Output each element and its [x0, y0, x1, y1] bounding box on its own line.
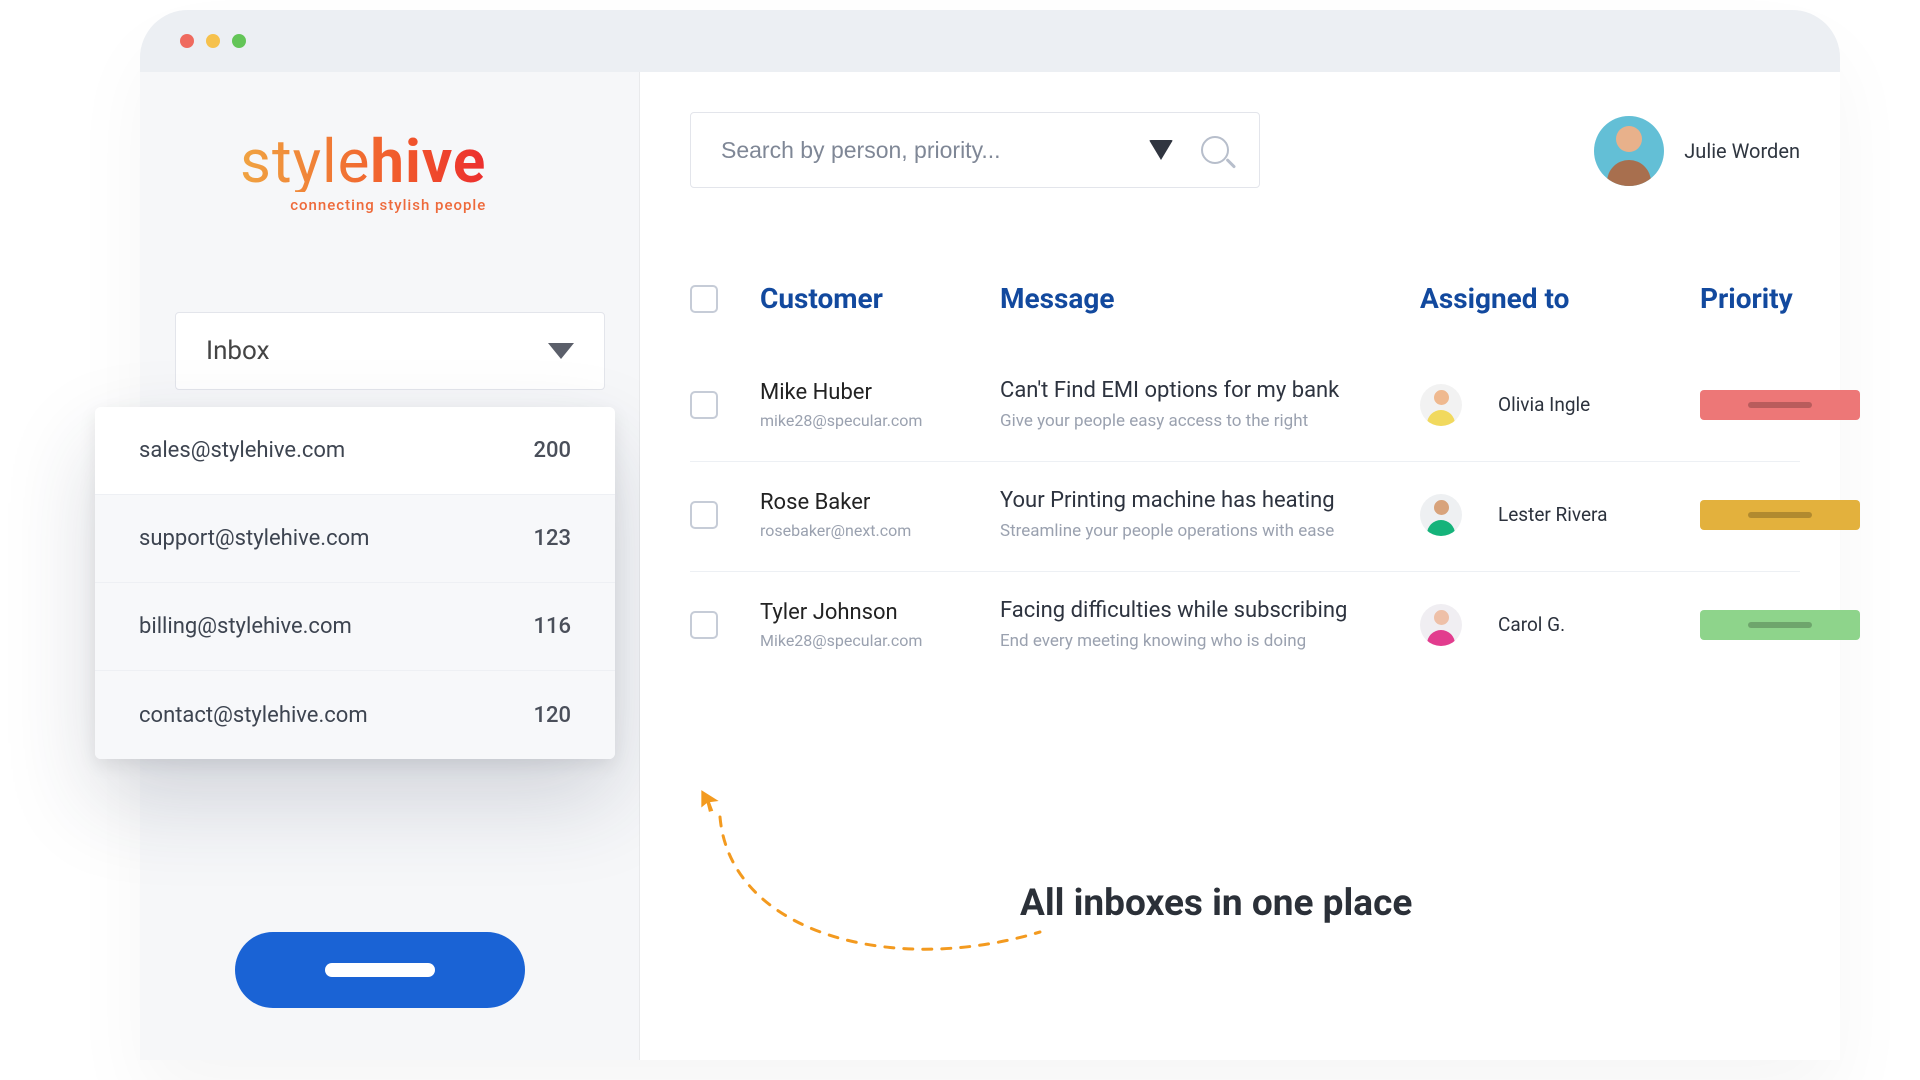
inbox-option[interactable]: sales@stylehive.com 200: [95, 407, 615, 495]
inbox-address: contact@stylehive.com: [139, 703, 368, 728]
table-row[interactable]: Mike Huber mike28@specular.com Can't Fin…: [690, 352, 1800, 462]
search-icon[interactable]: [1201, 136, 1229, 164]
col-message: Message: [1000, 282, 1420, 315]
primary-action-placeholder-icon: [325, 963, 435, 977]
message-subject: Can't Find EMI options for my bank: [1000, 378, 1420, 403]
main-panel: Julie Worden Customer Message Assigned t…: [640, 72, 1840, 1060]
brand-tagline: connecting stylish people: [240, 198, 486, 213]
message-subject: Facing difficulties while subscribing: [1000, 598, 1420, 623]
customer-name: Tyler Johnson: [760, 600, 1000, 625]
assignee-avatar: [1420, 494, 1462, 536]
sidebar: stylehive connecting stylish people Inbo…: [140, 72, 640, 1060]
inbox-select-label: Inbox: [206, 336, 270, 366]
assignee-name: Lester Rivera: [1498, 503, 1607, 526]
customer-email: mike28@specular.com: [760, 411, 1000, 430]
window-titlebar: [140, 10, 1840, 72]
inbox-count: 120: [533, 703, 571, 728]
message-list: Mike Huber mike28@specular.com Can't Fin…: [690, 352, 1800, 681]
inbox-address: support@stylehive.com: [139, 526, 369, 551]
select-all-checkbox[interactable]: [690, 285, 718, 313]
inbox-count: 123: [533, 526, 571, 551]
customer-email: rosebaker@next.com: [760, 521, 1000, 540]
priority-badge: [1700, 500, 1860, 530]
customer-name: Rose Baker: [760, 490, 1000, 515]
col-priority: Priority: [1700, 282, 1860, 315]
brand-name-a: style: [240, 126, 370, 197]
app-window: stylehive connecting stylish people Inbo…: [140, 10, 1840, 1060]
filter-icon[interactable]: [1149, 140, 1173, 160]
window-close-icon[interactable]: [180, 34, 194, 48]
brand-logo: stylehive connecting stylish people: [240, 132, 486, 213]
brand-name-b: hive: [370, 126, 486, 197]
callout-text: All inboxes in one place: [1020, 882, 1412, 925]
current-user[interactable]: Julie Worden: [1594, 116, 1800, 186]
col-customer: Customer: [760, 282, 1000, 315]
table-row[interactable]: Tyler Johnson Mike28@specular.com Facing…: [690, 572, 1800, 681]
window-minimize-icon[interactable]: [206, 34, 220, 48]
inbox-count: 116: [533, 614, 571, 639]
inbox-option[interactable]: billing@stylehive.com 116: [95, 583, 615, 671]
assignee-name: Carol G.: [1498, 613, 1565, 636]
priority-badge: [1700, 390, 1860, 420]
search-bar[interactable]: [690, 112, 1260, 188]
customer-email: Mike28@specular.com: [760, 631, 1000, 650]
avatar: [1594, 116, 1664, 186]
table-row[interactable]: Rose Baker rosebaker@next.com Your Print…: [690, 462, 1800, 572]
inbox-option[interactable]: support@stylehive.com 123: [95, 495, 615, 583]
search-input[interactable]: [721, 137, 1149, 164]
inbox-address: billing@stylehive.com: [139, 614, 352, 639]
col-assigned: Assigned to: [1420, 282, 1700, 315]
customer-name: Mike Huber: [760, 380, 1000, 405]
chevron-down-icon: [548, 343, 574, 359]
priority-badge: [1700, 610, 1860, 640]
primary-action-button[interactable]: [235, 932, 525, 1008]
inbox-address: sales@stylehive.com: [139, 438, 345, 463]
message-preview: Streamline your people operations with e…: [1000, 521, 1420, 541]
message-subject: Your Printing machine has heating: [1000, 488, 1420, 513]
inbox-dropdown: sales@stylehive.com 200 support@stylehiv…: [95, 407, 615, 759]
callout-arrow-icon: [710, 812, 1050, 982]
current-user-name: Julie Worden: [1684, 139, 1800, 163]
table-header: Customer Message Assigned to Priority: [690, 282, 1800, 315]
assignee-name: Olivia Ingle: [1498, 393, 1590, 416]
window-zoom-icon[interactable]: [232, 34, 246, 48]
row-checkbox[interactable]: [690, 391, 718, 419]
message-preview: Give your people easy access to the righ…: [1000, 411, 1420, 431]
row-checkbox[interactable]: [690, 611, 718, 639]
assignee-avatar: [1420, 604, 1462, 646]
inbox-count: 200: [533, 438, 571, 463]
assignee-avatar: [1420, 384, 1462, 426]
cursor-pointer-icon: [697, 788, 717, 808]
message-preview: End every meeting knowing who is doing: [1000, 631, 1420, 651]
inbox-option[interactable]: contact@stylehive.com 120: [95, 671, 615, 759]
row-checkbox[interactable]: [690, 501, 718, 529]
inbox-select[interactable]: Inbox: [175, 312, 605, 390]
